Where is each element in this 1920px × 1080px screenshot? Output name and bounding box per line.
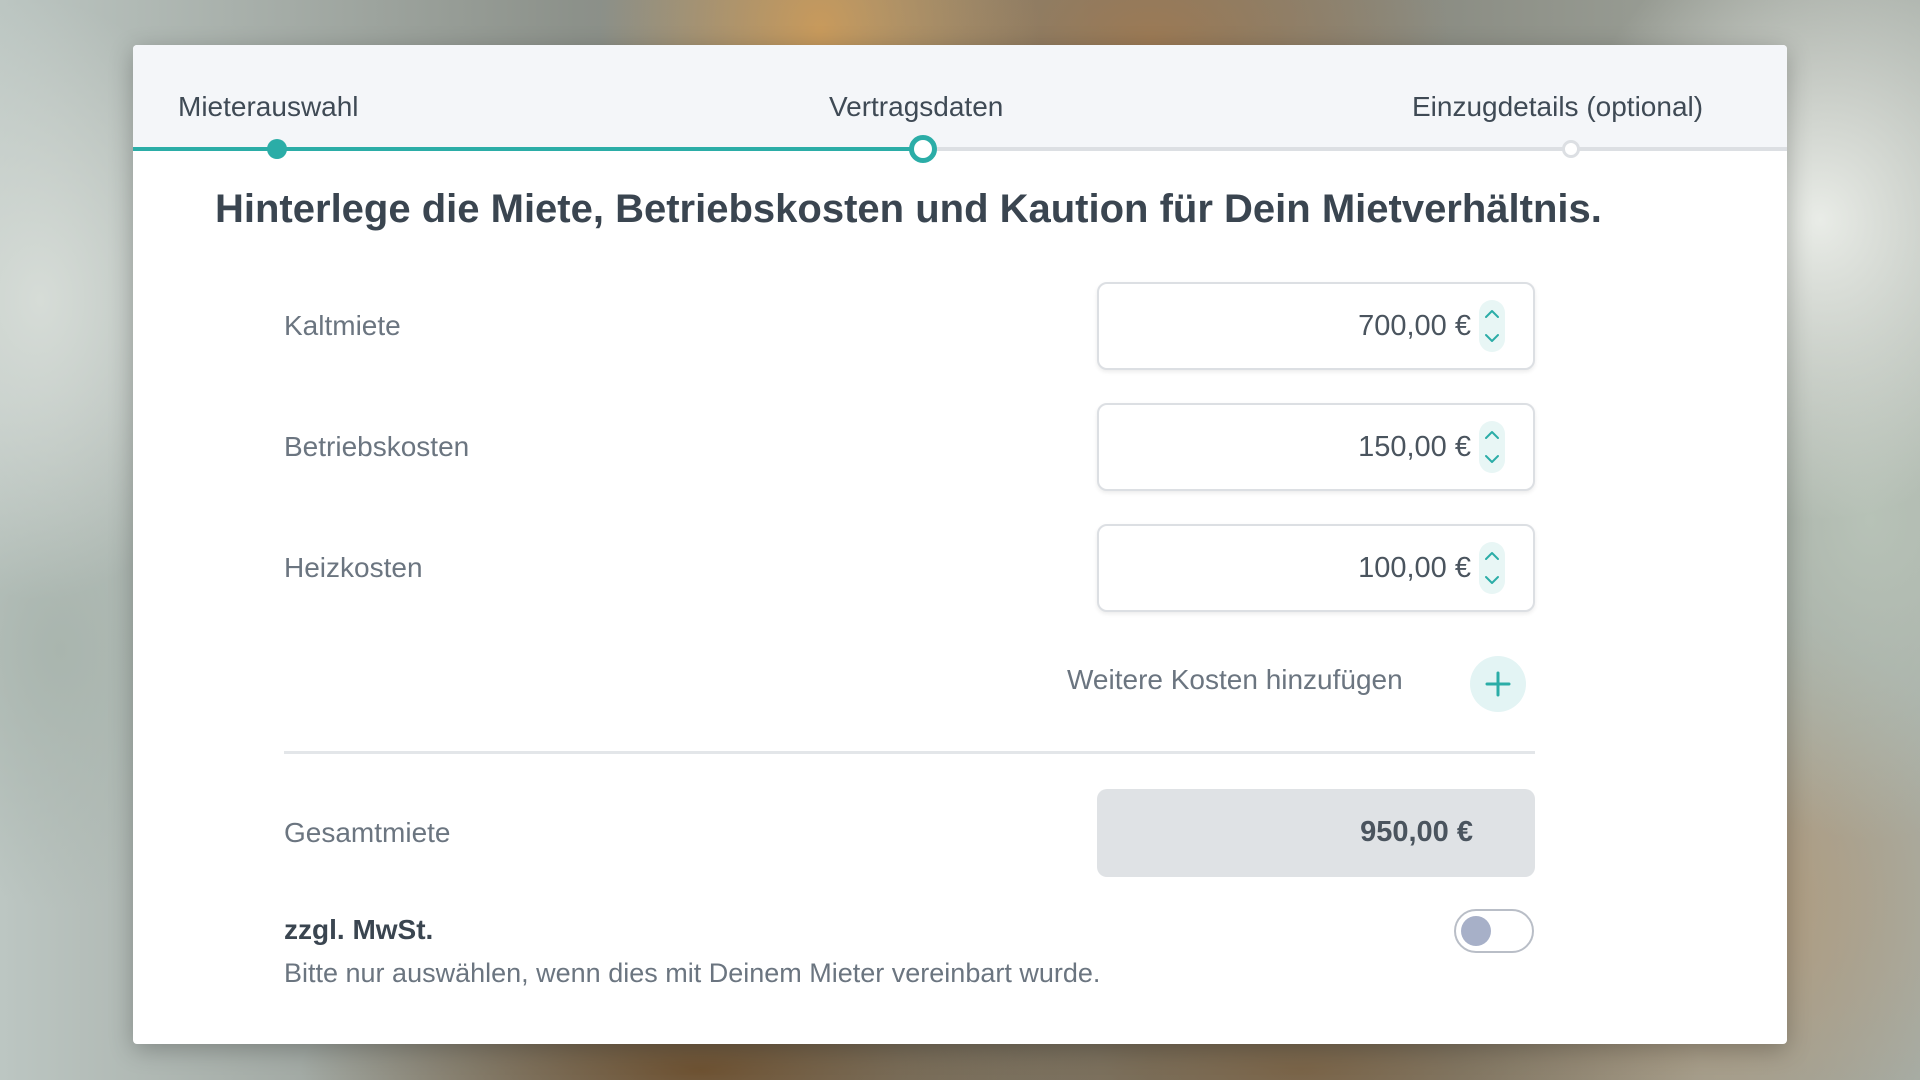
total-rent-value: 950,00 €: [1360, 816, 1473, 848]
heating-costs-label: Heizkosten: [284, 552, 423, 583]
stepper-progress-fill: [133, 147, 923, 151]
step-dot-done[interactable]: [267, 139, 287, 159]
vat-label: zzgl. MwSt.: [284, 914, 434, 945]
add-costs-button[interactable]: [1470, 656, 1526, 712]
cold-rent-value: 700,00 €: [1358, 310, 1471, 342]
step-label-tenant-selection[interactable]: Mieterauswahl: [178, 91, 359, 123]
chevron-down-icon[interactable]: [1483, 449, 1501, 469]
plus-icon: [1485, 671, 1511, 697]
vat-toggle[interactable]: [1454, 909, 1534, 953]
cold-rent-label: Kaltmiete: [284, 310, 401, 341]
cold-rent-stepper[interactable]: [1479, 300, 1505, 352]
vat-hint: Bitte nur auswählen, wenn dies mit Deine…: [284, 958, 1101, 988]
add-costs-label[interactable]: Weitere Kosten hinzufügen: [1067, 664, 1403, 696]
operating-costs-input[interactable]: 150,00 €: [1097, 403, 1535, 491]
operating-costs-value: 150,00 €: [1358, 431, 1471, 463]
step-dot-upcoming[interactable]: [1562, 140, 1580, 158]
vat-toggle-knob: [1461, 916, 1491, 946]
chevron-up-icon[interactable]: [1483, 304, 1501, 324]
total-rent-label: Gesamtmiete: [284, 817, 451, 848]
page-title: Hinterlege die Miete, Betriebskosten und…: [215, 187, 1602, 231]
chevron-up-icon[interactable]: [1483, 546, 1501, 566]
progress-stepper: Mieterauswahl Vertragsdaten Einzugdetail…: [133, 45, 1787, 149]
operating-costs-label: Betriebskosten: [284, 431, 470, 462]
chevron-down-icon[interactable]: [1483, 570, 1501, 590]
total-rent-field: 950,00 €: [1097, 789, 1535, 877]
operating-costs-stepper[interactable]: [1479, 421, 1505, 473]
heating-costs-value: 100,00 €: [1358, 552, 1471, 584]
step-label-move-in-details[interactable]: Einzugdetails (optional): [1412, 91, 1703, 123]
rental-contract-card: Mieterauswahl Vertragsdaten Einzugdetail…: [133, 45, 1787, 1044]
heating-costs-stepper[interactable]: [1479, 542, 1505, 594]
cold-rent-input[interactable]: 700,00 €: [1097, 282, 1535, 370]
heating-costs-input[interactable]: 100,00 €: [1097, 524, 1535, 612]
step-dot-current[interactable]: [909, 135, 937, 163]
chevron-up-icon[interactable]: [1483, 425, 1501, 445]
section-divider: [284, 751, 1535, 754]
chevron-down-icon[interactable]: [1483, 328, 1501, 348]
step-label-contract-data[interactable]: Vertragsdaten: [829, 91, 1003, 123]
